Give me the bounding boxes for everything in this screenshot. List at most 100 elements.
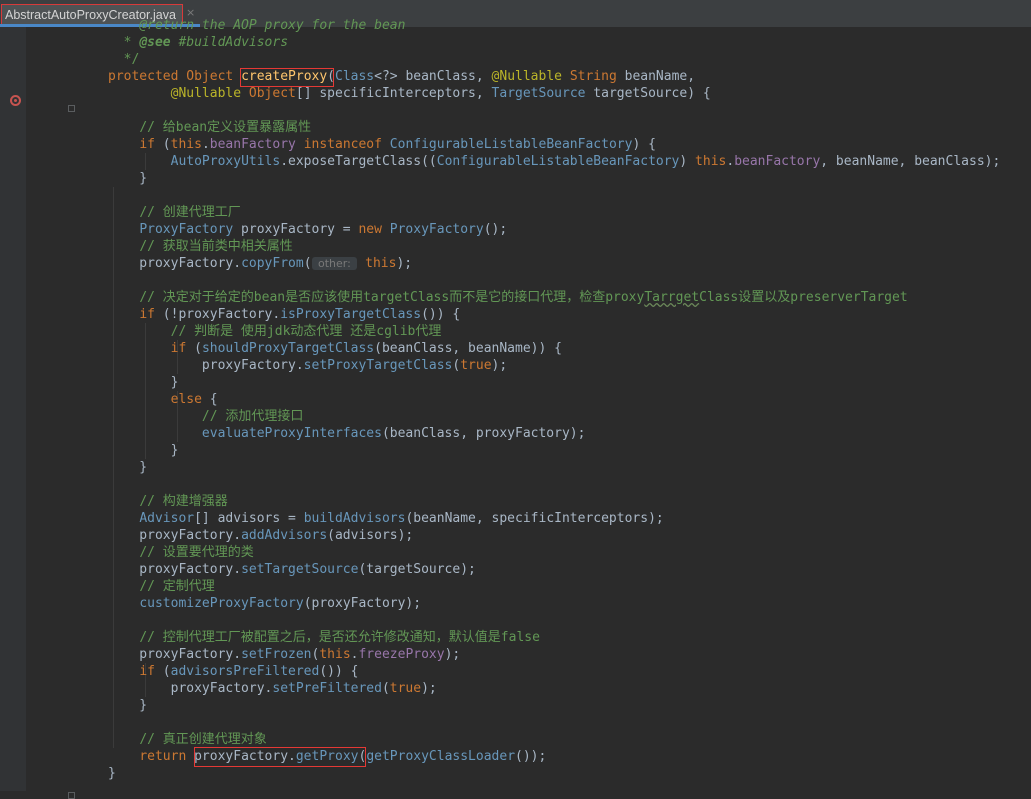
code-token: proxyFactory. [108, 681, 273, 696]
code-line: } [108, 765, 116, 782]
code-token: Tarrget [644, 290, 700, 305]
code-token: if [170, 341, 187, 356]
code-line: protected Object createProxy(Class<?> be… [108, 68, 695, 85]
code-token: AutoProxyUtils [170, 154, 281, 169]
code-line: } [108, 442, 179, 459]
code-token: proxyFactory. [108, 647, 242, 662]
code-token: beanFactory [734, 154, 821, 169]
code-token: ) [679, 154, 696, 169]
code-token: beanFactory [209, 137, 296, 152]
code-token: proxyFactory. [108, 256, 242, 271]
code-token: // 设置要代理的类 [139, 545, 254, 560]
code-line: } [108, 170, 147, 187]
code-line: return proxyFactory.getProxy(getProxyCla… [108, 748, 546, 765]
code-token: ConfigurableListableBeanFactory [389, 137, 633, 152]
code-token: setProxyTargetClass [303, 358, 453, 373]
code-token: evaluateProxyInterfaces [201, 426, 382, 441]
code-line: // 构建增强器 [108, 493, 227, 510]
code-token: beanName, [616, 69, 696, 84]
code-token: } [108, 171, 148, 186]
code-token: ( [186, 341, 202, 356]
code-token: Object [186, 69, 242, 84]
code-token: new [358, 222, 382, 237]
code-token: ConfigurableListableBeanFactory [436, 154, 680, 169]
code-line: if (!proxyFactory.isProxyTargetClass()) … [108, 306, 460, 323]
code-token: ()) { [319, 664, 359, 679]
code-line: proxyFactory.setPreFiltered(true); [108, 680, 437, 697]
code-token: . [726, 154, 735, 169]
code-line: * @see #buildAdvisors [108, 34, 288, 51]
code-token: (!proxyFactory. [154, 307, 281, 322]
fold-marker-icon[interactable] [68, 792, 75, 799]
code-token: [] advisors = [194, 511, 304, 526]
code-line: proxyFactory.copyFrom( other: this); [108, 255, 412, 272]
code-line: // 创建代理工厂 [108, 204, 241, 221]
code-token: (beanClass, beanName)) { [374, 341, 562, 356]
code-line: if (shouldProxyTargetClass(beanClass, be… [108, 340, 562, 357]
code-token: (targetSource); [358, 562, 476, 577]
code-token: getProxyClassLoader [366, 749, 516, 764]
code-line: else { [108, 391, 218, 408]
code-editor[interactable]: @return the AOP proxy for the bean * @se… [27, 0, 1031, 791]
code-line: // 控制代理工厂被配置之后，是否还允许修改通知，默认值是false [108, 629, 540, 646]
code-token: <?> beanClass, [374, 69, 492, 84]
code-token: // 创建代理工厂 [139, 205, 241, 220]
code-token: // 真正创建代理对象 [139, 732, 267, 747]
code-token: freezeProxy [358, 647, 445, 662]
code-token: , beanName, beanClass); [820, 154, 1001, 169]
code-token: advisorsPreFiltered [170, 664, 320, 679]
code-token: (advisors); [327, 528, 414, 543]
code-token: @Nullable [491, 69, 562, 84]
code-line: // 给bean定义设置暴露属性 [108, 119, 311, 136]
code-token: ProxyFactory [139, 222, 234, 237]
code-token: buildAdvisors [303, 511, 406, 526]
code-token: shouldProxyTargetClass [201, 341, 375, 356]
code-line: // 真正创建代理对象 [108, 731, 267, 748]
parameter-hint: other: [311, 257, 358, 270]
code-line: // 设置要代理的类 [108, 544, 254, 561]
code-token: (beanName, specificInterceptors); [405, 511, 664, 526]
code-token: customizeProxyFactory [139, 596, 304, 611]
code-line: if (this.beanFactory instanceof Configur… [108, 136, 656, 153]
code-line: ProxyFactory proxyFactory = new ProxyFac… [108, 221, 507, 238]
code-token: { [201, 392, 218, 407]
code-token: Object [248, 86, 296, 101]
code-line: // 获取当前类中相关属性 [108, 238, 292, 255]
code-line: @Nullable Object[] specificInterceptors,… [108, 85, 711, 102]
code-token: protected [108, 69, 187, 84]
code-line: } [108, 697, 147, 714]
code-token: this [319, 647, 351, 662]
code-token: */ [108, 52, 140, 67]
code-token: } [108, 375, 179, 390]
code-token: createProxy [241, 69, 328, 84]
code-token: copyFrom [241, 256, 304, 271]
code-token: #buildAdvisors [170, 35, 289, 50]
code-line: if (advisorsPreFiltered()) { [108, 663, 358, 680]
code-token: * [108, 35, 140, 50]
code-token: instanceof [303, 137, 382, 152]
code-token: if [139, 307, 155, 322]
override-icon[interactable] [10, 95, 21, 106]
code-token: } [108, 766, 116, 781]
code-token: [] specificInterceptors, [295, 86, 492, 101]
code-line: // 定制代理 [108, 578, 214, 595]
code-token: targetSource) { [585, 86, 711, 101]
